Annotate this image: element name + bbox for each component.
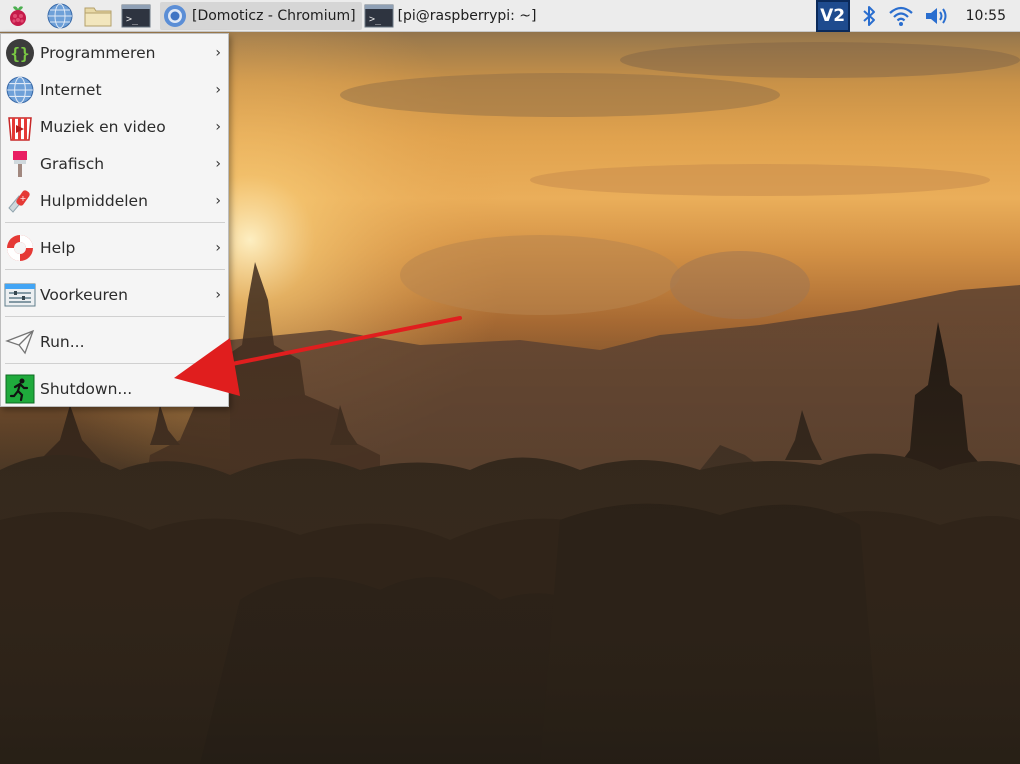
taskbar-item-terminal[interactable]: >_ [pi@raspberrypi: ~] [362, 2, 543, 30]
accessories-knife-icon: + [3, 184, 37, 218]
menu-item-voorkeuren[interactable]: Voorkeuren › [1, 276, 228, 313]
quick-launch-terminal[interactable]: >_ [120, 1, 152, 31]
raspberry-icon [10, 5, 26, 26]
volume-icon[interactable] [924, 5, 952, 27]
raspberry-menu-button[interactable] [0, 0, 36, 32]
submenu-arrow-icon: › [215, 81, 221, 98]
svg-text:{}: {} [10, 44, 29, 63]
menu-item-help[interactable]: Help › [1, 229, 228, 266]
menu-item-shutdown[interactable]: Shutdown... [1, 370, 228, 407]
quick-launch-file-manager[interactable] [82, 1, 114, 31]
graphics-brush-icon [3, 147, 37, 181]
submenu-arrow-icon: › [215, 239, 221, 256]
menu-item-programmeren[interactable]: {} Programmeren › [1, 34, 228, 71]
terminal-icon: >_ [121, 4, 151, 27]
menu-separator [5, 316, 225, 317]
menu-item-run[interactable]: Run... [1, 323, 228, 360]
wifi-icon[interactable] [888, 5, 914, 27]
menu-item-label: Help [40, 238, 76, 257]
paper-plane-icon [3, 325, 37, 359]
globe-icon [3, 73, 37, 107]
submenu-arrow-icon: › [215, 286, 221, 303]
chromium-icon [164, 4, 186, 27]
svg-text:>_: >_ [369, 14, 382, 25]
taskbar-item-label: [pi@raspberrypi: ~] [397, 7, 537, 24]
media-icon [3, 110, 37, 144]
menu-item-label: Run... [40, 332, 85, 351]
menu-separator [5, 222, 225, 223]
submenu-arrow-icon: › [215, 155, 221, 172]
application-menu: {} Programmeren › Internet › Muziek en v… [0, 33, 229, 407]
taskbar-item-chromium[interactable]: [Domoticz - Chromium] [160, 1, 362, 30]
vnc-label: V2 [820, 6, 846, 26]
bluetooth-icon[interactable] [860, 4, 878, 28]
menu-item-label: Voorkeuren [40, 285, 128, 304]
folder-icon [84, 7, 112, 26]
menu-separator [5, 269, 225, 270]
terminal-icon: >_ [364, 4, 394, 27]
menu-item-label: Programmeren [40, 43, 156, 62]
preferences-icon [3, 278, 37, 312]
menu-item-label: Shutdown... [40, 379, 133, 398]
exit-running-man-icon [3, 372, 37, 406]
menu-separator [5, 363, 225, 364]
menu-item-label: Internet [40, 80, 102, 99]
menu-item-muziek-en-video[interactable]: Muziek en video › [1, 108, 228, 145]
menu-item-label: Grafisch [40, 154, 105, 173]
lifebuoy-icon [3, 231, 37, 265]
menu-item-internet[interactable]: Internet › [1, 71, 228, 108]
taskbar-item-label: [Domoticz - Chromium] [192, 7, 356, 24]
menu-item-hulpmiddelen[interactable]: + Hulpmiddelen › [1, 182, 228, 219]
svg-text:+: + [20, 194, 27, 203]
programming-icon: {} [3, 36, 37, 70]
submenu-arrow-icon: › [215, 44, 221, 61]
submenu-arrow-icon: › [215, 118, 221, 135]
quick-launch-browser[interactable] [44, 1, 76, 31]
clock[interactable]: 10:55 [966, 8, 1006, 24]
submenu-arrow-icon: › [215, 192, 221, 209]
system-tray: V2 10:55 [815, 0, 1020, 32]
menu-item-label: Muziek en video [40, 117, 166, 136]
globe-icon [47, 3, 73, 28]
menu-item-grafisch[interactable]: Grafisch › [1, 145, 228, 182]
menu-item-label: Hulpmiddelen [40, 191, 148, 210]
svg-text:>_: >_ [126, 14, 139, 25]
top-panel: >_ [Domoticz - Chromium] >_ [pi@raspberr… [0, 0, 1020, 32]
vnc-server-icon[interactable]: V2 [815, 0, 850, 32]
